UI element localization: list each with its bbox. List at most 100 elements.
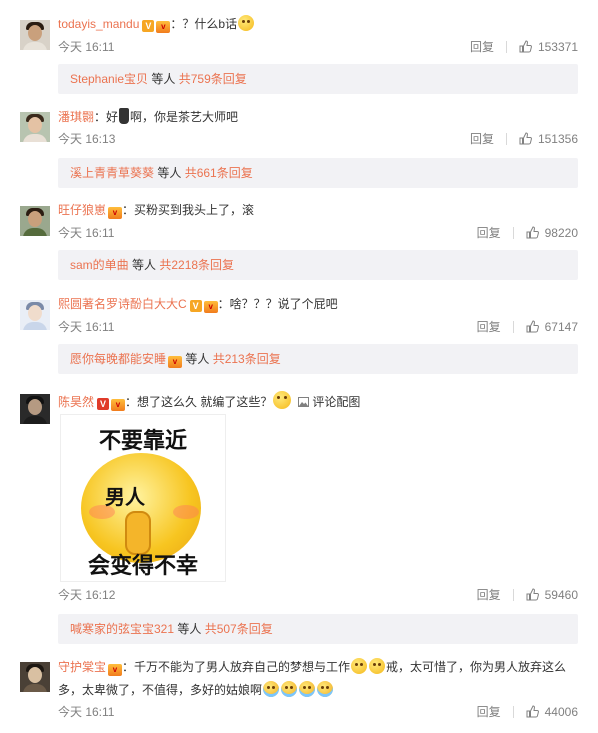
username-link[interactable]: 陈昊然 (58, 395, 94, 409)
sticker-top-text: 不要靠近 (98, 428, 187, 453)
comment-actions: 回复 59460 (477, 588, 578, 604)
username-link[interactable]: todayis_mandu (58, 17, 139, 31)
comment-actions: 回复 67147 (477, 320, 578, 336)
reply-button[interactable]: 回复 (477, 320, 501, 334)
reply-summary[interactable]: 溪上青青草葵葵 等人 共661条回复 (58, 158, 578, 188)
crying-emoji-icon (281, 681, 298, 697)
verified-v-icon: V (142, 20, 155, 32)
sad-emoji-icon (351, 658, 368, 674)
timestamp: 今天 16:11 (58, 40, 115, 54)
reply-button[interactable]: 回复 (477, 226, 501, 240)
vip-badge-icon: v (108, 207, 123, 219)
timestamp: 今天 16:13 (58, 132, 116, 146)
comment-content: 陈昊然 Vv ：想了这么久 就编了这些？ 评论配图 (58, 391, 360, 411)
vip-badge-icon: v (156, 21, 171, 33)
reply-user-link[interactable]: 愿你每晚都能安睡 (70, 352, 166, 366)
divider (505, 41, 507, 53)
like-count[interactable]: 151356 (538, 132, 578, 146)
comment-content-line2: 多，太卑微了，不值得，多好的姑娘啊 (58, 681, 334, 698)
comment-text-continued: 啊，你是茶艺大师吧 (130, 110, 239, 124)
like-count[interactable]: 67147 (545, 320, 578, 334)
avatar[interactable] (20, 206, 50, 236)
reply-button[interactable]: 回复 (470, 132, 494, 146)
reply-button[interactable]: 回复 (477, 705, 501, 719)
reply-user-link[interactable]: 喊寒家的弦宝宝321 (70, 622, 174, 636)
avatar[interactable] (20, 662, 50, 692)
crying-emoji-icon (317, 681, 334, 697)
reply-total-link[interactable]: 共213条回复 (213, 352, 281, 366)
reply-summary[interactable]: 愿你每晚都能安睡 v 等人 共213条回复 (58, 344, 578, 374)
avatar[interactable] (20, 394, 50, 424)
thumbs-up-icon[interactable] (526, 320, 539, 336)
divider (505, 133, 507, 145)
comment-text: ：？什么b话 (170, 17, 238, 31)
comment-content: 守护棠宝 v ：千万不能为了男人放弃自己的梦想与工作 戒，太可惜了，你为男人放弃这么 (58, 658, 566, 676)
comment-actions: 回复 98220 (477, 226, 578, 242)
comment-text: ：买粉买到我头上了，滚 (122, 203, 255, 217)
reply-total-link[interactable]: 共759条回复 (179, 72, 247, 86)
username-link[interactable]: 潘琪翾 (58, 110, 94, 124)
reply-etc: 等人 (128, 258, 160, 272)
crying-emoji-icon (299, 681, 316, 697)
avatar[interactable] (20, 20, 50, 50)
tea-cup-icon (119, 108, 130, 124)
sad-emoji-icon (369, 658, 386, 674)
divider (512, 706, 514, 718)
avatar[interactable] (20, 112, 50, 142)
smile-emoji-icon (273, 391, 292, 409)
comment-sticker-image[interactable]: 不要靠近 男人 会变得不幸 (60, 414, 226, 582)
smirk-emoji-icon (238, 15, 255, 31)
comment-content: 潘琪翾：好 啊，你是茶艺大师吧 (58, 108, 238, 125)
divider (512, 321, 514, 333)
comment-content: todayis_mandu Vv ：？什么b话 (58, 15, 255, 33)
like-count[interactable]: 153371 (538, 40, 578, 54)
reply-summary[interactable]: Stephanie宝贝 等人 共759条回复 (58, 64, 578, 94)
verified-v-icon: V (97, 398, 110, 410)
crying-emoji-icon (263, 681, 280, 697)
like-count[interactable]: 44006 (545, 705, 578, 719)
comment-actions: 回复 44006 (477, 705, 578, 721)
like-count[interactable]: 59460 (545, 588, 578, 602)
avatar[interactable] (20, 300, 50, 330)
reply-button[interactable]: 回复 (477, 588, 501, 602)
vip-badge-icon: v (108, 664, 123, 676)
thumbs-up-icon[interactable] (519, 40, 532, 56)
reply-total-link[interactable]: 共661条回复 (185, 166, 253, 180)
reply-total-link[interactable]: 共2218条回复 (159, 258, 234, 272)
divider (512, 589, 514, 601)
comment-actions: 回复 153371 (470, 40, 578, 56)
reply-etc: 等人 (182, 352, 213, 366)
comment-text: ：千万不能为了男人放弃自己的梦想与工作 (122, 660, 351, 674)
vip-badge-icon: v (203, 301, 218, 313)
reply-user-link[interactable]: sam的单曲 (70, 258, 129, 272)
username-link[interactable]: 熙圆著名罗诗酚白大大C (58, 297, 187, 311)
reply-summary[interactable]: 喊寒家的弦宝宝321 等人 共507条回复 (58, 614, 578, 644)
reply-summary[interactable]: sam的单曲 等人 共2218条回复 (58, 250, 578, 280)
comment-actions: 回复 151356 (470, 132, 578, 148)
comment-picture-link[interactable]: 评论配图 (298, 395, 360, 409)
comment-text-line2: 多，太卑微了，不值得，多好的姑娘啊 (58, 683, 263, 697)
reply-user-link[interactable]: 溪上青青草葵葵 (70, 166, 154, 180)
divider (512, 227, 514, 239)
reply-etc: 等人 (154, 166, 185, 180)
reply-button[interactable]: 回复 (470, 40, 494, 54)
reply-total-link[interactable]: 共507条回复 (205, 622, 273, 636)
thumbs-up-icon[interactable] (526, 226, 539, 242)
username-link[interactable]: 旺仔狼崽 (58, 203, 106, 217)
thumbs-up-icon[interactable] (526, 705, 539, 721)
like-count[interactable]: 98220 (545, 226, 578, 240)
comment-text: ：啥？？？说了个屁吧 (217, 297, 338, 311)
sticker-bottom-text: 会变得不幸 (87, 553, 198, 578)
comment-text: ：好 (94, 110, 119, 124)
timestamp: 今天 16:11 (58, 226, 115, 240)
timestamp: 今天 16:11 (58, 320, 115, 334)
reply-user-link[interactable]: Stephanie宝贝 (70, 72, 148, 86)
timestamp: 今天 16:12 (58, 588, 116, 602)
blush-graphic (173, 505, 199, 519)
picture-icon (298, 397, 310, 407)
thumbs-up-icon[interactable] (526, 588, 539, 604)
username-link[interactable]: 守护棠宝 (58, 660, 106, 674)
thumbs-up-icon[interactable] (519, 132, 532, 148)
comment-content: 旺仔狼崽 v ：买粉买到我头上了，滚 (58, 202, 254, 219)
vip-badge-icon: v (168, 356, 183, 368)
